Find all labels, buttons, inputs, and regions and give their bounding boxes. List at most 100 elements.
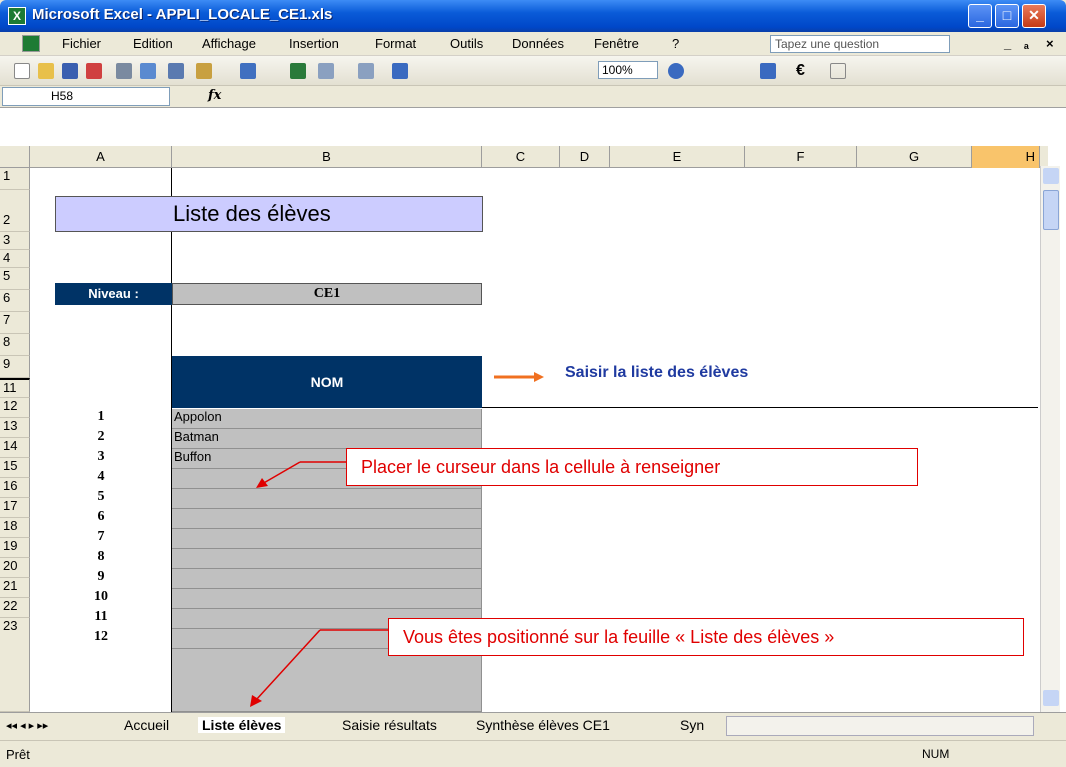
col-header-c[interactable]: C (482, 146, 560, 168)
tab-liste-eleves[interactable]: Liste élèves (198, 717, 286, 733)
tab-synthese[interactable]: Synthèse élèves CE1 (476, 717, 610, 733)
scroll-down-icon[interactable] (1043, 690, 1059, 706)
student-name[interactable] (172, 589, 482, 609)
menu-insertion[interactable]: Insertion (289, 36, 339, 51)
hyperlink-icon[interactable] (290, 63, 306, 79)
row-header[interactable]: 6 (0, 290, 30, 312)
maximize-button[interactable]: □ (995, 4, 1019, 28)
menu-donnees[interactable]: Données (512, 36, 564, 51)
fx-icon[interactable]: fx (208, 88, 221, 103)
menu-edition[interactable]: Edition (133, 36, 173, 51)
menu-outils[interactable]: Outils (450, 36, 483, 51)
row-header[interactable]: 2 (0, 190, 30, 232)
sheet-title: Liste des élèves (55, 196, 483, 232)
doc-minimize-icon[interactable]: _ (1004, 36, 1011, 51)
row-header[interactable]: 1 (0, 168, 30, 190)
scroll-thumb[interactable] (1043, 190, 1059, 230)
student-name[interactable]: Appolon (172, 409, 482, 429)
row-header[interactable]: 11 (0, 378, 30, 398)
borders-icon[interactable] (830, 63, 846, 79)
row-header[interactable]: 3 (0, 232, 30, 250)
document-icon (22, 35, 40, 52)
chart-icon[interactable] (392, 63, 408, 79)
num-lock-indicator: NUM (922, 747, 950, 761)
menu-format[interactable]: Format (375, 36, 416, 51)
name-box[interactable]: H58 (2, 87, 170, 106)
select-all[interactable] (0, 146, 30, 168)
student-name[interactable]: Batman (172, 429, 482, 449)
euro-icon[interactable]: € (796, 63, 812, 79)
row-header[interactable]: 16 (0, 478, 30, 498)
new-icon[interactable] (14, 63, 30, 79)
row-header[interactable]: 8 (0, 334, 30, 356)
print-preview-icon[interactable] (140, 63, 156, 79)
col-header-h[interactable]: H (972, 146, 1040, 168)
row-header[interactable]: 21 (0, 578, 30, 598)
sort-icon[interactable] (358, 63, 374, 79)
autosum-icon[interactable] (318, 63, 334, 79)
paste-icon[interactable] (196, 63, 212, 79)
row-header[interactable]: 19 (0, 538, 30, 558)
row-header[interactable]: 15 (0, 458, 30, 478)
row-header[interactable]: 9 (0, 356, 30, 378)
scroll-up-icon[interactable] (1043, 168, 1059, 184)
student-name[interactable] (172, 569, 482, 589)
row-header[interactable]: 22 (0, 598, 30, 618)
status-text: Prêt (6, 747, 30, 762)
student-number: 8 (97, 549, 105, 564)
col-header-e[interactable]: E (610, 146, 745, 168)
standard-toolbar: 100% € (0, 56, 1066, 86)
col-header-d[interactable]: D (560, 146, 610, 168)
menu-fichier[interactable]: Fichier (62, 36, 101, 51)
menu-help[interactable]: ? (672, 36, 679, 51)
close-button[interactable]: ✕ (1022, 4, 1046, 28)
tab-accueil[interactable]: Accueil (124, 717, 169, 733)
help-icon[interactable] (668, 63, 684, 79)
save-icon[interactable] (62, 63, 78, 79)
menu-fenetre[interactable]: Fenêtre (594, 36, 639, 51)
tab-saisie-resultats[interactable]: Saisie résultats (342, 717, 437, 733)
row-header[interactable]: 5 (0, 268, 30, 290)
student-name[interactable] (172, 489, 482, 509)
status-bar: Prêt NUM (0, 740, 1066, 767)
undo-icon[interactable] (240, 63, 256, 79)
student-number: 3 (97, 449, 105, 464)
title-bar: X Microsoft Excel - APPLI_LOCALE_CE1.xls… (0, 0, 1066, 32)
print-icon[interactable] (116, 63, 132, 79)
question-input[interactable]: Tapez une question (770, 35, 950, 53)
row-header[interactable]: 18 (0, 518, 30, 538)
col-header-g[interactable]: G (857, 146, 972, 168)
research-icon[interactable] (168, 63, 184, 79)
zoom-select[interactable]: 100% (598, 61, 658, 79)
student-name[interactable] (172, 649, 482, 712)
menu-affichage[interactable]: Affichage (202, 36, 256, 51)
col-header-a[interactable]: A (30, 146, 172, 168)
nom-header: NOM (172, 356, 482, 408)
horizontal-scrollbar[interactable] (726, 716, 1034, 736)
permission-icon[interactable] (86, 63, 102, 79)
row-header[interactable]: 20 (0, 558, 30, 578)
doc-close-icon[interactable]: × (1046, 36, 1054, 51)
arrow-right-icon (494, 372, 544, 382)
doc-restore-icon[interactable]: ₐ (1024, 36, 1029, 51)
open-icon[interactable] (38, 63, 54, 79)
student-name[interactable] (172, 529, 482, 549)
row-header[interactable]: 13 (0, 418, 30, 438)
tab-syn[interactable]: Syn (680, 717, 704, 733)
row-header[interactable]: 17 (0, 498, 30, 518)
vertical-scrollbar[interactable] (1040, 166, 1060, 712)
col-header-f[interactable]: F (745, 146, 857, 168)
tab-nav-icons[interactable]: ◂◂ ◂ ▸ ▸▸ (6, 719, 48, 732)
row-header[interactable]: 14 (0, 438, 30, 458)
col-header-b[interactable]: B (172, 146, 482, 168)
row-header[interactable]: 7 (0, 312, 30, 334)
row-header[interactable]: 4 (0, 250, 30, 268)
minimize-button[interactable]: _ (968, 4, 992, 28)
student-name[interactable] (172, 549, 482, 569)
niveau-value[interactable]: CE1 (172, 283, 482, 305)
student-name[interactable] (172, 509, 482, 529)
bold-icon[interactable] (760, 63, 776, 79)
row-header[interactable]: 12 (0, 398, 30, 418)
student-number: 10 (94, 589, 108, 604)
row-header[interactable]: 23 (0, 618, 30, 712)
